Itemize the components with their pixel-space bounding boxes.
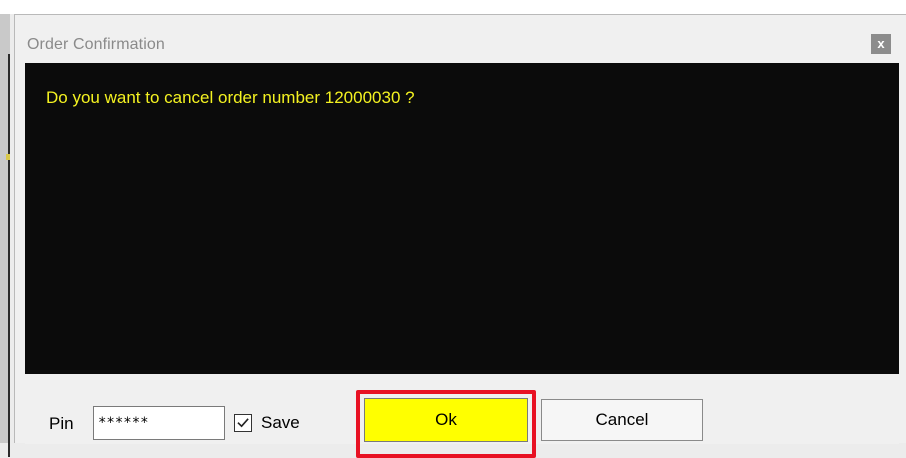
close-icon: x xyxy=(877,36,885,51)
dialog-titlebar: Order Confirmation x xyxy=(15,15,906,62)
message-panel: Do you want to cancel order number 12000… xyxy=(25,63,899,374)
dialog-title: Order Confirmation xyxy=(27,36,165,53)
background-window-marker xyxy=(6,154,10,160)
dialog-action-bar: Pin Save Ok Cancel xyxy=(25,374,899,458)
pin-label: Pin xyxy=(49,414,74,433)
checkbox-box[interactable] xyxy=(234,414,252,432)
save-checkbox[interactable]: Save xyxy=(234,411,300,435)
close-button[interactable]: x xyxy=(871,34,891,54)
background-window-border xyxy=(8,54,10,457)
background-window-strip xyxy=(0,0,906,14)
background-window-edge xyxy=(0,14,10,457)
cancel-button[interactable]: Cancel xyxy=(541,399,703,441)
save-label: Save xyxy=(261,413,300,432)
ok-button[interactable]: Ok xyxy=(364,398,528,442)
checkmark-icon xyxy=(237,418,249,428)
pin-input[interactable] xyxy=(93,406,225,440)
confirmation-message: Do you want to cancel order number 12000… xyxy=(46,88,415,107)
order-confirmation-dialog: Order Confirmation x Do you want to canc… xyxy=(14,14,906,458)
